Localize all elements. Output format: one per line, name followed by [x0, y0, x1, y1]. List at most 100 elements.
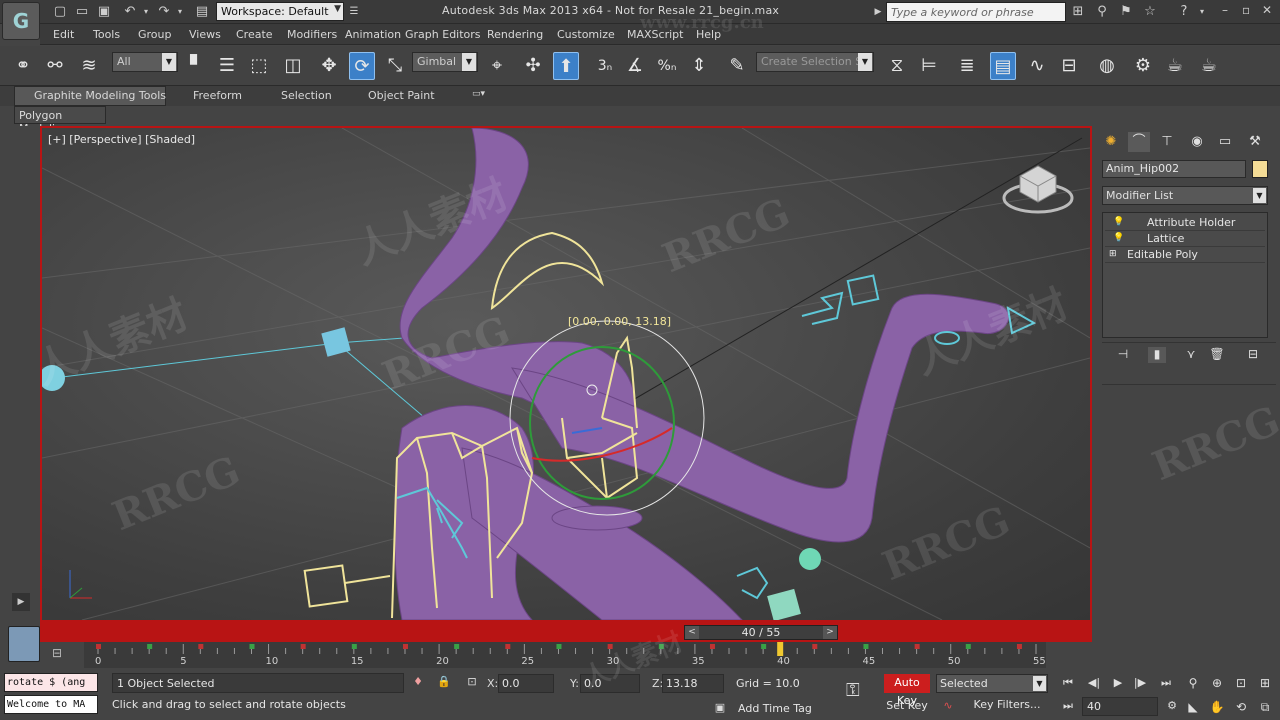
- selection-filter-dropdown[interactable]: All ▼: [112, 52, 178, 72]
- menu-edit[interactable]: Edit: [53, 28, 74, 41]
- named-selection-dropdown[interactable]: Create Selection Se ▼: [756, 52, 874, 72]
- animation-key[interactable]: [96, 644, 101, 649]
- animation-key[interactable]: [505, 644, 511, 649]
- light-bulb-icon[interactable]: 💡: [1113, 217, 1124, 227]
- animation-key[interactable]: [1016, 644, 1022, 649]
- edit-named-selection-icon[interactable]: ✎: [724, 52, 750, 80]
- current-frame-field[interactable]: 40: [1082, 697, 1158, 716]
- play-icon[interactable]: ▶: [1108, 676, 1128, 692]
- scale-icon[interactable]: ⤡: [382, 52, 408, 80]
- mini-listener-icon[interactable]: [8, 626, 40, 662]
- menu-customize[interactable]: Customize: [557, 28, 615, 41]
- pan-icon[interactable]: ✋: [1208, 700, 1226, 716]
- set-key-button[interactable]: Set Key: [884, 697, 930, 716]
- field-of-view-icon[interactable]: ◣: [1184, 700, 1202, 716]
- open-file-icon[interactable]: ▭: [74, 4, 90, 20]
- snaps-toggle-icon[interactable]: 3ₙ: [592, 52, 618, 80]
- expand-viewport-icon[interactable]: ▶: [12, 593, 30, 611]
- close-button[interactable]: ✕: [1262, 3, 1272, 17]
- mirror-icon[interactable]: ⧖: [884, 52, 910, 80]
- absolute-mode-icon[interactable]: ⊡: [464, 675, 480, 691]
- tab-object-paint[interactable]: Object Paint: [368, 89, 435, 102]
- next-frame-icon[interactable]: >: [823, 626, 837, 639]
- undo-icon[interactable]: ↶: [122, 4, 138, 20]
- subscription-icon[interactable]: ⚲: [1094, 4, 1110, 20]
- remove-modifier-icon[interactable]: 🗑: [1208, 347, 1226, 363]
- zoom-extents-all-icon[interactable]: ⊞: [1256, 676, 1274, 692]
- tab-freeform[interactable]: Freeform: [193, 89, 242, 102]
- animation-key[interactable]: [198, 644, 204, 649]
- menu-views[interactable]: Views: [189, 28, 221, 41]
- display-tab-icon[interactable]: ▭: [1214, 132, 1236, 152]
- go-to-start-icon[interactable]: ⏮: [1058, 676, 1078, 692]
- character-mesh[interactable]: [394, 128, 1010, 620]
- percent-snap-icon[interactable]: %ₙ: [654, 52, 680, 80]
- binoculars-icon[interactable]: ⊞: [1070, 4, 1086, 20]
- app-logo-button[interactable]: G: [2, 2, 40, 40]
- zoom-icon[interactable]: ⚲: [1184, 676, 1202, 692]
- favorites-star-icon[interactable]: ☆: [1142, 4, 1158, 20]
- layer-manager-icon[interactable]: ≣: [954, 52, 980, 80]
- stack-item-attribute-holder[interactable]: 💡 Attribute Holder: [1105, 215, 1265, 231]
- modifier-list-dropdown[interactable]: Modifier List ▼: [1102, 186, 1268, 205]
- menu-rendering[interactable]: Rendering: [487, 28, 543, 41]
- animation-key[interactable]: [454, 644, 460, 649]
- pivot-center-icon[interactable]: ⌖: [484, 52, 510, 80]
- x-coordinate-field[interactable]: 0.0: [498, 674, 554, 693]
- select-manipulate-icon[interactable]: ✣: [520, 52, 546, 80]
- viewport-label[interactable]: [+] [Perspective] [Shaded]: [48, 133, 195, 146]
- stack-item-editable-poly[interactable]: ⊞ Editable Poly: [1105, 247, 1265, 263]
- utilities-tab-icon[interactable]: ⚒: [1244, 132, 1266, 152]
- animation-key[interactable]: [863, 644, 869, 649]
- workspace-dropdown[interactable]: Workspace: Default ▼: [216, 2, 344, 21]
- render-frame-icon[interactable]: ☕: [1162, 52, 1188, 80]
- render-setup-icon[interactable]: ⚙: [1130, 52, 1156, 80]
- key-mode-toggle-icon[interactable]: ⏭: [1058, 699, 1078, 715]
- trackbar-toggle-icon[interactable]: ⊟: [52, 646, 74, 668]
- rotate-icon[interactable]: ⟳: [349, 52, 375, 80]
- window-crossing-icon[interactable]: ◫: [280, 52, 306, 80]
- animation-key[interactable]: [607, 644, 613, 649]
- tangent-curve-icon[interactable]: ∿: [940, 699, 956, 715]
- tab-graphite-modeling-tools[interactable]: Graphite Modeling Tools: [34, 89, 166, 102]
- animation-key[interactable]: [300, 644, 306, 649]
- track-bar[interactable]: 0 5 10 15 20 25 30 35 40 45 50 55: [84, 642, 1046, 668]
- move-icon[interactable]: ✥: [316, 52, 342, 80]
- y-coordinate-field[interactable]: 0.0: [580, 674, 640, 693]
- ribbon-options-icon[interactable]: ▭▾: [472, 89, 485, 99]
- tab-selection[interactable]: Selection: [281, 89, 332, 102]
- hierarchy-tab-icon[interactable]: ⊤: [1156, 132, 1178, 152]
- animation-key[interactable]: [812, 644, 818, 649]
- bind-space-warp-icon[interactable]: ≋: [76, 52, 102, 80]
- ribbon-panel-polygon-modeling[interactable]: Polygon Modeling: [14, 106, 106, 135]
- add-time-tag-button[interactable]: Add Time Tag: [738, 702, 812, 715]
- curve-editor-icon[interactable]: ∿: [1024, 52, 1050, 80]
- maximize-viewport-icon[interactable]: ⧉: [1256, 700, 1274, 716]
- angle-snap-icon[interactable]: ∡: [622, 52, 648, 80]
- object-name-field[interactable]: Anim_Hip002: [1102, 160, 1246, 178]
- animation-key[interactable]: [147, 644, 153, 649]
- orbit-icon[interactable]: ⟲: [1232, 700, 1250, 716]
- link-icon[interactable]: ⚭: [10, 52, 36, 80]
- rect-selection-icon[interactable]: ⬚: [246, 52, 272, 80]
- reference-coord-dropdown[interactable]: Gimbal ▼: [412, 52, 478, 72]
- show-end-result-icon[interactable]: ▮: [1148, 347, 1166, 363]
- select-by-name-icon[interactable]: ☰: [214, 52, 240, 80]
- time-tag-icon[interactable]: ▣: [712, 701, 728, 717]
- quick-render-icon[interactable]: ☕: [1196, 52, 1222, 80]
- z-coordinate-field[interactable]: 13.18: [662, 674, 724, 693]
- maxscript-listener-line[interactable]: rotate $ (ang: [4, 673, 98, 692]
- go-to-end-icon[interactable]: ⏭: [1156, 676, 1176, 692]
- material-editor-icon[interactable]: ◍: [1094, 52, 1120, 80]
- spinner-snap-icon[interactable]: ⇕: [686, 52, 712, 80]
- menu-group[interactable]: Group: [138, 28, 172, 41]
- animation-key[interactable]: [351, 644, 357, 649]
- redo-icon[interactable]: ↷: [156, 4, 172, 20]
- auto-key-button[interactable]: Auto Key: [884, 674, 930, 707]
- animation-key[interactable]: [556, 644, 562, 649]
- make-unique-icon[interactable]: ⋎: [1182, 347, 1200, 363]
- expand-plus-icon[interactable]: ⊞: [1109, 249, 1119, 259]
- current-frame-marker[interactable]: [777, 642, 784, 656]
- redo-dropdown-icon[interactable]: ▾: [172, 4, 188, 20]
- new-file-icon[interactable]: ▢: [52, 4, 68, 20]
